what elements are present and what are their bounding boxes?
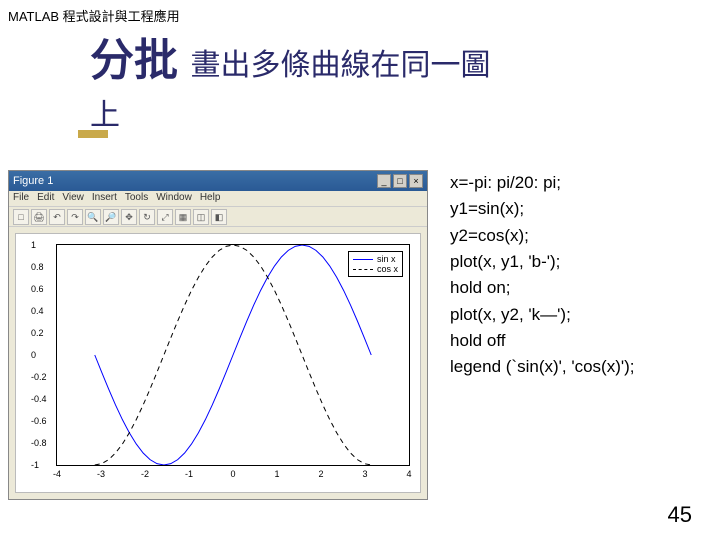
minimize-icon[interactable]: _ — [377, 174, 391, 188]
x-tick: 2 — [318, 469, 323, 479]
y-tick: 0 — [31, 350, 36, 360]
menubar: File Edit View Insert Tools Window Help — [9, 191, 427, 207]
code-line-3: plot(x, y1, 'b-'); — [450, 249, 635, 275]
tool-icon-10[interactable]: ◫ — [193, 209, 209, 225]
menu-window[interactable]: Window — [156, 192, 192, 205]
legend-line-dashed-icon — [353, 269, 373, 270]
tool-icon-6[interactable]: ✥ — [121, 209, 137, 225]
legend-entry-sin: sin x — [353, 254, 398, 264]
tool-icon-7[interactable]: ↻ — [139, 209, 155, 225]
tool-icon-8[interactable]: ⤢ — [157, 209, 173, 225]
legend-label-sin: sin x — [377, 254, 396, 264]
legend-label-cos: cos x — [377, 264, 398, 274]
tool-icon-5[interactable]: 🔎 — [103, 209, 119, 225]
y-tick: -0.2 — [31, 372, 47, 382]
tool-icon-11[interactable]: ◧ — [211, 209, 227, 225]
tool-icon-9[interactable]: ▦ — [175, 209, 191, 225]
y-tick: 0.6 — [31, 284, 44, 294]
code-line-2: y2=cos(x); — [450, 223, 635, 249]
tool-icon-4[interactable]: 🔍 — [85, 209, 101, 225]
toolbar: □🖨↶↷🔍🔎✥↻⤢▦◫◧ — [9, 207, 427, 227]
y-tick: 0.4 — [31, 306, 44, 316]
y-tick: 0.8 — [31, 262, 44, 272]
plot-curves — [57, 245, 409, 465]
code-line-6: hold off — [450, 328, 635, 354]
legend-line-solid-icon — [353, 259, 373, 260]
x-tick: -2 — [141, 469, 149, 479]
window-title: Figure 1 — [13, 175, 53, 187]
y-tick: -0.4 — [31, 394, 47, 404]
accent-bar — [78, 130, 108, 138]
code-line-4: hold on; — [450, 275, 635, 301]
menu-tools[interactable]: Tools — [125, 192, 148, 205]
code-block: x=-pi: pi/20: pi;y1=sin(x);y2=cos(x);plo… — [450, 170, 635, 381]
legend: sin x cos x — [348, 251, 403, 277]
title-main: 分批 — [90, 36, 178, 85]
x-tick: -3 — [97, 469, 105, 479]
menu-view[interactable]: View — [62, 192, 84, 205]
axes: sin x cos x -4-3-2-101234-1-0.8-0.6-0.4-… — [56, 244, 410, 466]
menu-help[interactable]: Help — [200, 192, 221, 205]
code-line-5: plot(x, y2, 'k—'); — [450, 302, 635, 328]
window-controls: _ □ × — [377, 174, 423, 188]
close-icon[interactable]: × — [409, 174, 423, 188]
plot-area: sin x cos x -4 -3 -2 -1 0 1 2 3 4 -1 -0.8 -0.6 -0.4 -… — [15, 233, 421, 493]
menu-edit[interactable]: Edit — [37, 192, 54, 205]
x-tick: 4 — [406, 469, 411, 479]
x-tick: 1 — [274, 469, 279, 479]
page-header: MATLAB 程式設計與工程應用 — [8, 6, 180, 25]
tool-icon-0[interactable]: □ — [13, 209, 29, 225]
legend-entry-cos: cos x — [353, 264, 398, 274]
maximize-icon[interactable]: □ — [393, 174, 407, 188]
window-titlebar: Figure 1 _ □ × — [9, 171, 427, 191]
y-tick: -0.6 — [31, 416, 47, 426]
tool-icon-1[interactable]: 🖨 — [31, 209, 47, 225]
title-sub2: 上 — [90, 90, 650, 134]
y-tick: 0.2 — [31, 328, 44, 338]
x-tick: -4 — [53, 469, 61, 479]
matlab-figure-window: Figure 1 _ □ × File Edit View Insert Tools Wi… — [8, 170, 428, 500]
x-tick: -1 — [185, 469, 193, 479]
menu-insert[interactable]: Insert — [92, 192, 117, 205]
y-tick: 1 — [31, 240, 36, 250]
slide-title: 分批 畫出多條曲線在同一圖 上 — [90, 24, 650, 134]
code-line-7: legend (`sin(x)', 'cos(x)'); — [450, 354, 635, 380]
y-tick: -1 — [31, 460, 39, 470]
title-sub: 畫出多條曲線在同一圖 — [190, 49, 490, 82]
code-line-1: y1=sin(x); — [450, 196, 635, 222]
y-tick: -0.8 — [31, 438, 47, 448]
code-line-0: x=-pi: pi/20: pi; — [450, 170, 635, 196]
curve-sin-x — [95, 245, 371, 465]
tool-icon-3[interactable]: ↷ — [67, 209, 83, 225]
tool-icon-2[interactable]: ↶ — [49, 209, 65, 225]
menu-file[interactable]: File — [13, 192, 29, 205]
x-tick: 0 — [230, 469, 235, 479]
page-number: 45 — [668, 502, 692, 528]
x-tick: 3 — [362, 469, 367, 479]
